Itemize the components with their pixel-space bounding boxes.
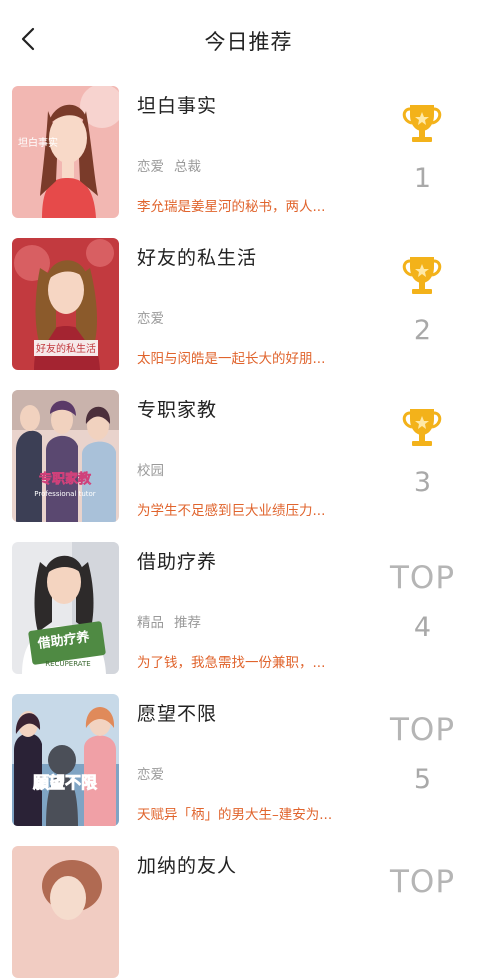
item-tags: 校园 <box>137 459 174 479</box>
tag: 精品 <box>137 615 164 631</box>
cover-title-art: 专职家教 <box>39 471 92 487</box>
item-description: 天赋异「柄」的男大生–建安为... <box>137 807 333 823</box>
cover-image[interactable] <box>12 846 119 978</box>
item-description: 李允瑞是姜星河的秘书，两人... <box>137 199 326 215</box>
top-label: TOP <box>389 864 456 900</box>
tag: 恋爱 <box>137 159 164 175</box>
trophy-icon <box>402 257 442 294</box>
top-bar: 今日推荐 <box>0 0 497 78</box>
list-item[interactable]: 願望不限 愿望不限 恋爱 天赋异「柄」的男大生–建安为... TOP 5 <box>0 686 497 826</box>
item-title: 借助疗养 <box>137 551 218 573</box>
cover-subtitle-art: RECUPERATE <box>45 660 90 668</box>
rank-number: 2 <box>413 315 432 346</box>
trophy-icon <box>402 105 442 142</box>
cover-image[interactable]: 专职家教 Professional tutor <box>12 390 119 522</box>
item-tags: 恋爱 <box>137 307 174 327</box>
list-item[interactable]: 借助疗养 RECUPERATE 借助疗养 精品 推荐 为了钱，我急需找一份兼职，.… <box>0 534 497 674</box>
rank-badge: 1 <box>370 78 475 218</box>
top-label: TOP <box>389 560 456 596</box>
item-description: 太阳与闵皓是一起长大的好朋... <box>137 351 326 367</box>
item-tags: 精品 推荐 <box>137 611 211 631</box>
rank-number: 3 <box>413 467 432 498</box>
page-title: 今日推荐 <box>204 30 293 54</box>
cover-title-art: 願望不限 <box>33 773 98 792</box>
item-title: 坦白事实 <box>137 95 218 117</box>
rank-number: 4 <box>413 612 432 643</box>
item-description: 为了钱，我急需找一份兼职，... <box>137 655 326 671</box>
cover-title-art: 坦白事实 <box>18 136 58 149</box>
cover-subtitle-art: Professional tutor <box>34 490 96 498</box>
list-item[interactable]: 专职家教 Professional tutor 专职家教 校园 为学生不足感到巨… <box>0 382 497 522</box>
rank-badge: TOP <box>370 838 475 978</box>
cover-image[interactable]: 借助疗养 RECUPERATE <box>12 542 119 674</box>
cover-image[interactable]: 好友的私生活 <box>12 238 119 370</box>
item-tags: 恋爱 总裁 <box>137 155 211 175</box>
tag: 推荐 <box>174 615 201 631</box>
item-title: 专职家教 <box>137 399 218 421</box>
tag: 校园 <box>137 463 164 479</box>
rank-badge: TOP 4 <box>370 534 475 674</box>
tag: 恋爱 <box>137 767 164 783</box>
list-item[interactable]: 加纳的友人 TOP <box>0 838 497 978</box>
item-title: 加纳的友人 <box>137 855 238 877</box>
top-label: TOP <box>389 712 456 748</box>
rank-badge: TOP 5 <box>370 686 475 826</box>
trophy-icon <box>402 409 442 446</box>
list-item[interactable]: 好友的私生活 好友的私生活 恋爱 太阳与闵皓是一起长大的好朋... 2 <box>0 230 497 370</box>
cover-image[interactable]: 願望不限 <box>12 694 119 826</box>
item-title: 好友的私生活 <box>137 247 258 269</box>
cover-image[interactable]: 坦白事实 <box>12 86 119 218</box>
rank-badge: 3 <box>370 382 475 522</box>
item-title: 愿望不限 <box>137 703 218 725</box>
item-description: 为学生不足感到巨大业绩压力... <box>137 503 326 519</box>
cover-title-art: 好友的私生活 <box>36 342 96 355</box>
rank-badge: 2 <box>370 230 475 370</box>
tag: 恋爱 <box>137 311 164 327</box>
item-tags: 恋爱 <box>137 763 174 783</box>
tag: 总裁 <box>174 159 201 175</box>
rank-number: 1 <box>413 163 432 194</box>
rank-number: 5 <box>413 764 432 795</box>
list-item[interactable]: 坦白事实 坦白事实 恋爱 总裁 李允瑞是姜星河的秘书，两人... 1 <box>0 78 497 218</box>
